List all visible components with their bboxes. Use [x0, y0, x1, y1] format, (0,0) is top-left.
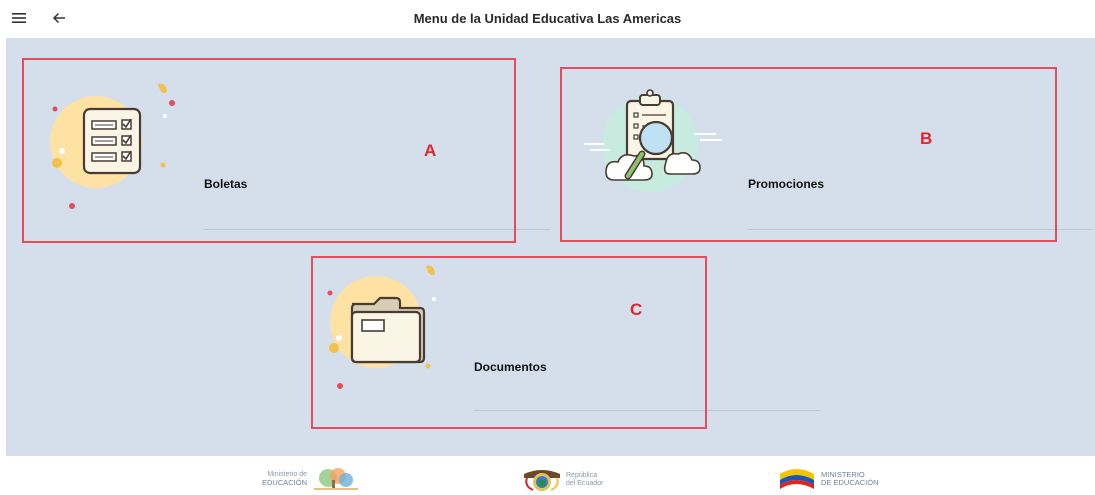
page-title: Menu de la Unidad Educativa Las Americas: [413, 11, 682, 26]
annotation-letter-a: A: [424, 141, 437, 160]
annotation-box-a: [22, 58, 516, 243]
logo-republica: República del Ecuador: [522, 468, 603, 492]
ecuador-shield-icon: [524, 470, 560, 491]
logo-line: EDUCACIÓN: [262, 478, 308, 487]
annotation-box-b: [560, 67, 1057, 242]
logo-line: DE EDUCACIÓN: [821, 478, 879, 487]
logo-line: República: [566, 472, 598, 479]
tree-logo-icon: [314, 468, 359, 490]
logo-ministerio-tree: Ministerio de EDUCACIÓN: [262, 468, 359, 490]
logo-line: del Ecuador: [566, 480, 604, 487]
menu-panel: Boletas Promociones Documentos A B C: [6, 38, 1095, 456]
app-header: Menu de la Unidad Educativa Las Americas: [0, 0, 1095, 38]
ministerio-flag-icon: [780, 469, 814, 489]
annotation-letter-c: C: [630, 300, 643, 319]
annotation-letter-b: B: [920, 129, 933, 148]
logo-ministerio-educacion: MINISTERIO DE EDUCACIÓN: [778, 466, 879, 492]
footer: Ministerio de EDUCACIÓN República del Ec…: [0, 456, 1095, 495]
annotation-box-c: [311, 256, 707, 429]
